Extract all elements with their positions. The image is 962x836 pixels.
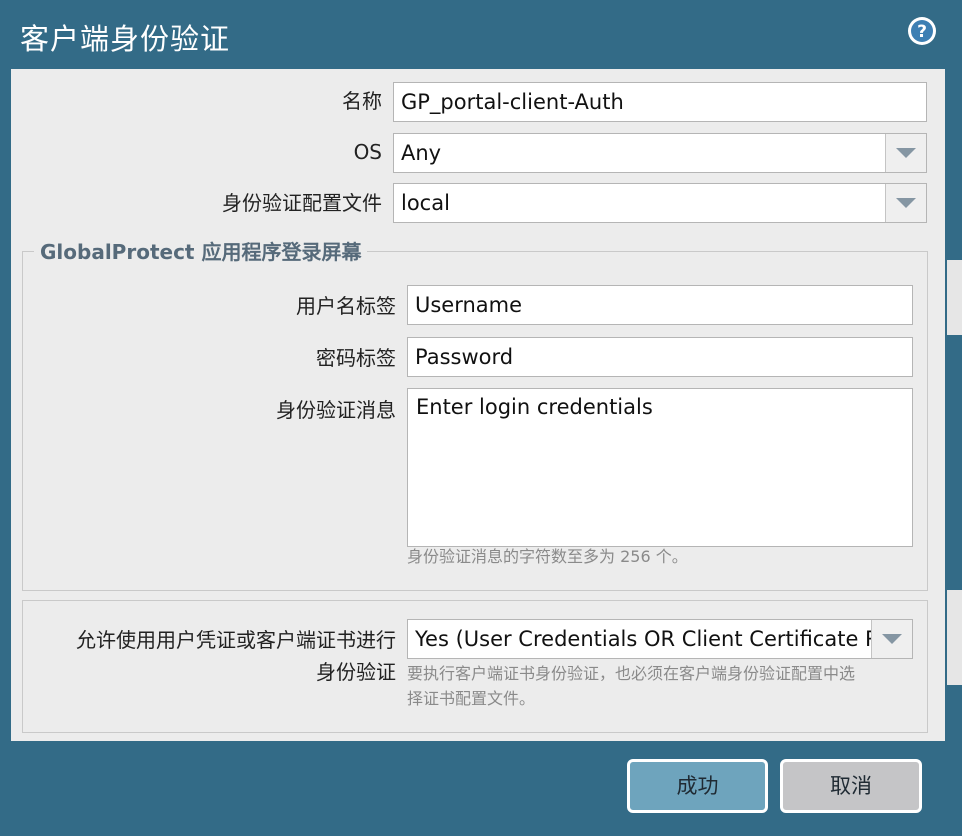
auth-profile-select[interactable]: local [393, 183, 927, 223]
help-circle-icon[interactable]: ? [907, 16, 937, 46]
dialog-body: 名称 GP_portal-client-Auth OS Any 身份验证配置文件… [11, 69, 945, 741]
auth-message-textarea[interactable]: Enter login credentials [407, 388, 913, 547]
auth-message-label: 身份验证消息 [276, 398, 396, 422]
auth-profile-value: local [401, 191, 450, 215]
name-label: 名称 [342, 89, 382, 113]
username-label: 用户名标签 [296, 294, 396, 318]
login-screen-legend: GlobalProtect 应用程序登录屏幕 [34, 240, 368, 264]
cert-auth-value: Yes (User Credentials OR Client Certific… [415, 627, 905, 651]
cert-auth-hint-line2: 择证书配置文件。 [407, 689, 536, 708]
chevron-down-icon [896, 198, 916, 208]
cert-auth-hint: 要执行客户端证书身份验证，也必须在客户端身份验证配置中选 [407, 664, 856, 683]
auth-profile-label: 身份验证配置文件 [222, 191, 382, 215]
name-input[interactable]: GP_portal-client-Auth [393, 82, 927, 122]
password-label-input[interactable]: Password [407, 337, 913, 377]
os-label: OS [353, 140, 382, 164]
background-edge [947, 260, 962, 335]
os-select-value: Any [401, 141, 442, 165]
auth-profile-dropdown-arrow[interactable] [885, 184, 926, 222]
client-auth-dialog: 客户端身份验证 ? 名称 GP_portal-client-Auth OS An… [0, 0, 962, 836]
cert-auth-dropdown-arrow[interactable] [871, 620, 912, 658]
cancel-button[interactable]: 取消 [780, 759, 922, 813]
cert-auth-select[interactable]: Yes (User Credentials OR Client Certific… [407, 619, 913, 659]
background-edge [947, 590, 962, 685]
auth-message-hint: 身份验证消息的字符数至多为 256 个。 [407, 547, 688, 566]
ok-button[interactable]: 成功 [627, 759, 768, 813]
password-label: 密码标签 [316, 346, 396, 370]
cert-auth-label: 允许使用用户凭证或客户端证书进行 [76, 628, 396, 652]
os-select[interactable]: Any [393, 133, 927, 173]
svg-text:?: ? [917, 22, 927, 42]
chevron-down-icon [882, 634, 902, 644]
username-label-input[interactable]: Username [407, 285, 913, 325]
chevron-down-icon [896, 148, 916, 158]
os-dropdown-arrow[interactable] [885, 134, 926, 172]
cert-auth-label-line2: 身份验证 [316, 660, 396, 684]
dialog-title: 客户端身份验证 [20, 22, 231, 56]
